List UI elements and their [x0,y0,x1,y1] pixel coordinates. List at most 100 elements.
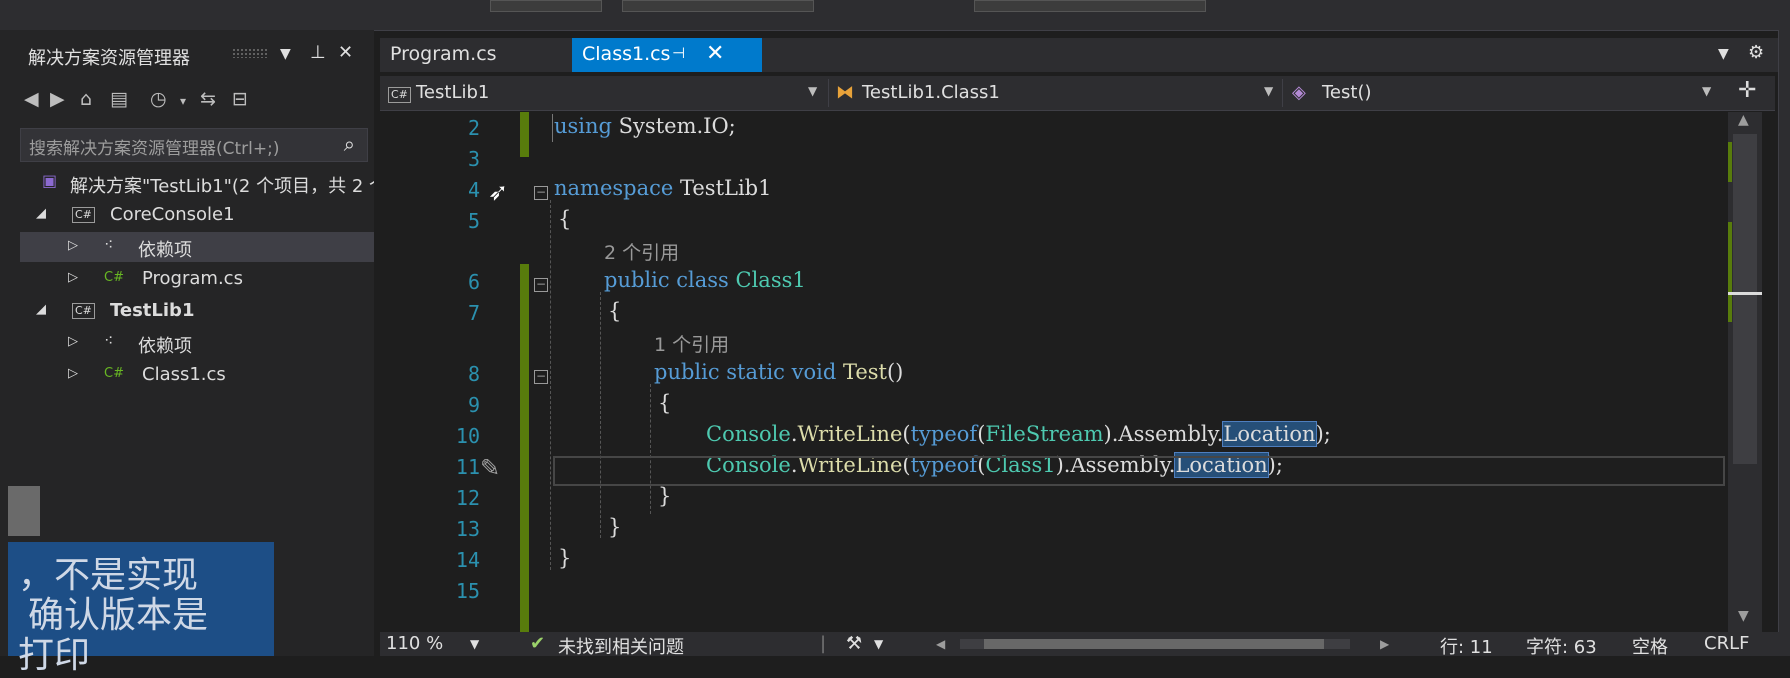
class-dropdown[interactable]: ⧓ TestLib1.Class1 ▼ [836,79,1283,107]
expanded-icon[interactable]: ◢ [36,206,46,221]
pin-icon[interactable]: ⊣ [672,44,685,62]
scrollbar-thumb[interactable] [984,639,1324,649]
right-side-panel-edge [1778,30,1790,656]
solution-explorer-toolbar: ◀ ▶ ⌂ ▤ ◷ ▾ ⇆ ⊟ [0,84,374,120]
chevron-down-icon[interactable]: ▼ [874,637,883,651]
back-icon[interactable]: ◀ [24,88,39,110]
chevron-down-icon: ▼ [1702,84,1712,98]
line-indicator: 行: 11 [1440,637,1493,658]
expanded-icon[interactable]: ◢ [36,302,46,317]
project-name: TestLib1 [416,82,490,103]
code-editor[interactable]: − − − ➶ ✎ 2 3 4 5 6 7 8 9 10 11 12 13 14… [380,112,1725,632]
tree-project-testlib1[interactable]: ◢ C# TestLib1 [20,296,374,326]
solution-explorer-header: 解决方案资源管理器 ▼ ⊥ ✕ [0,38,374,69]
chevron-down-icon: ▼ [1264,84,1274,98]
tree-item-dependencies[interactable]: ▷ ⁖ 依赖项 [20,232,374,262]
quick-actions-brush-icon[interactable]: ✎ [480,454,500,482]
class-icon: ⧓ [836,82,854,103]
code-line: public class Class1 [604,268,806,292]
chevron-down-icon[interactable]: ▼ [470,637,479,651]
subtitle-overlay: ，不是实现 确认版本是 打印 [8,542,274,676]
collapsed-icon[interactable]: ▷ [68,366,78,381]
csharp-project-icon: C# [72,299,95,319]
member-dropdown[interactable]: ◈ Test() ▼ [1292,79,1722,107]
tree-solution[interactable]: ▣ 解决方案"TestLib1"(2 个项目，共 2 个) [20,168,374,198]
collapsed-icon[interactable]: ▷ [68,270,78,285]
chevron-down-icon: ▼ [808,84,818,98]
caret-marker [1728,292,1762,295]
line-number: 9 [467,393,480,417]
configuration-dropdown[interactable] [490,0,602,12]
platform-dropdown[interactable] [622,0,814,12]
structure-guide [552,114,553,142]
switch-views-icon[interactable]: ▤ [110,88,128,110]
current-line-highlight [553,456,1725,486]
navigation-bar: C# TestLib1 ▼ ⧓ TestLib1.Class1 ▼ ◈ Test… [380,76,1775,111]
tab-class1-cs[interactable]: Class1.cs ⊣ ✕ [572,38,762,72]
line-number: 5 [467,209,480,233]
class-name: TestLib1.Class1 [862,82,1000,103]
solution-icon: ▣ [42,171,58,190]
collapsed-icon[interactable]: ▷ [68,238,78,253]
gear-icon[interactable]: ⚙ [1748,42,1764,63]
tree-label: 依赖项 [138,240,192,261]
split-editor-icon[interactable]: ✛ [1738,78,1756,103]
csharp-file-icon: C# [104,366,124,381]
scroll-down-icon[interactable]: ▼ [1738,608,1749,624]
char-indicator: 字符: 63 [1526,637,1597,658]
csharp-project-icon: C# [72,203,95,223]
tab-list-dropdown-icon[interactable]: ▼ [1718,46,1729,62]
horizontal-scrollbar[interactable] [960,639,1350,649]
pending-changes-icon[interactable]: ◷ [150,88,167,110]
drag-grip[interactable] [232,48,268,58]
tree-item-class1-cs[interactable]: ▷ C# Class1.cs [20,360,374,390]
tree-label: Class1.cs [142,364,226,385]
scroll-up-icon[interactable]: ▲ [1738,112,1749,128]
indent-mode[interactable]: 空格 [1632,633,1668,659]
dropdown-arrow-icon[interactable]: ▼ [280,46,291,62]
document-tabs: Program.cs Class1.cs ⊣ ✕ ▼ ⚙ [380,38,1790,72]
home-icon[interactable]: ⌂ [80,88,92,110]
line-number: 8 [467,362,480,386]
dependencies-icon: ⁖ [104,235,114,254]
search-placeholder: 搜索解决方案资源管理器(Ctrl+;) [29,139,280,159]
search-icon[interactable]: ⌕ [344,132,355,156]
structure-guide [650,384,651,514]
code-cleanup-icon[interactable]: ⚒ [846,633,862,654]
pin-icon[interactable]: ⊥ [310,42,326,63]
collapsed-icon[interactable]: ▷ [68,334,78,349]
collapse-icon[interactable]: − [534,370,548,384]
code-line: { [608,299,622,323]
issues-status[interactable]: 未找到相关问题 [558,633,684,659]
divider: | [820,633,827,654]
project-icon: C# [388,82,411,103]
codelens-references[interactable]: 2 个引用 [604,238,679,265]
solution-explorer-search[interactable]: 搜索解决方案资源管理器(Ctrl+;) ⌕ [20,128,368,162]
tab-program-cs[interactable]: Program.cs [380,38,568,72]
sync-icon[interactable]: ⇆ [200,88,216,110]
line-number: 7 [467,301,480,325]
forward-icon[interactable]: ▶ [50,88,65,110]
startup-dropdown[interactable] [974,0,1206,12]
collapse-icon[interactable]: − [534,186,548,200]
tab-label: Class1.cs [582,43,671,65]
tree-label: TestLib1 [110,300,195,321]
tree-label: Program.cs [142,268,243,289]
close-icon[interactable]: ✕ [338,42,353,63]
line-ending[interactable]: CRLF [1704,633,1749,654]
tree-project-coreconsole[interactable]: ◢ C# CoreConsole1 [20,200,374,230]
cursor-arrow-icon: ➶ [488,178,509,206]
vertical-scrollbar[interactable]: ▲ ▼ [1728,112,1762,632]
codelens-references[interactable]: 1 个引用 [654,330,729,357]
scroll-left-icon[interactable]: ◀ [936,637,945,651]
collapse-all-icon[interactable]: ⊟ [232,88,248,110]
scrollbar-thumb[interactable] [1733,134,1757,464]
scroll-right-icon[interactable]: ▶ [1380,637,1389,651]
close-icon[interactable]: ✕ [706,41,724,66]
tree-item-program-cs[interactable]: ▷ C# Program.cs [20,264,374,294]
tree-item-dependencies[interactable]: ▷ ⁖ 依赖项 [20,328,374,358]
chevron-down-icon[interactable]: ▾ [180,94,186,108]
collapse-icon[interactable]: − [534,278,548,292]
zoom-level[interactable]: 110 % [386,633,443,654]
project-dropdown[interactable]: C# TestLib1 ▼ [388,79,829,107]
